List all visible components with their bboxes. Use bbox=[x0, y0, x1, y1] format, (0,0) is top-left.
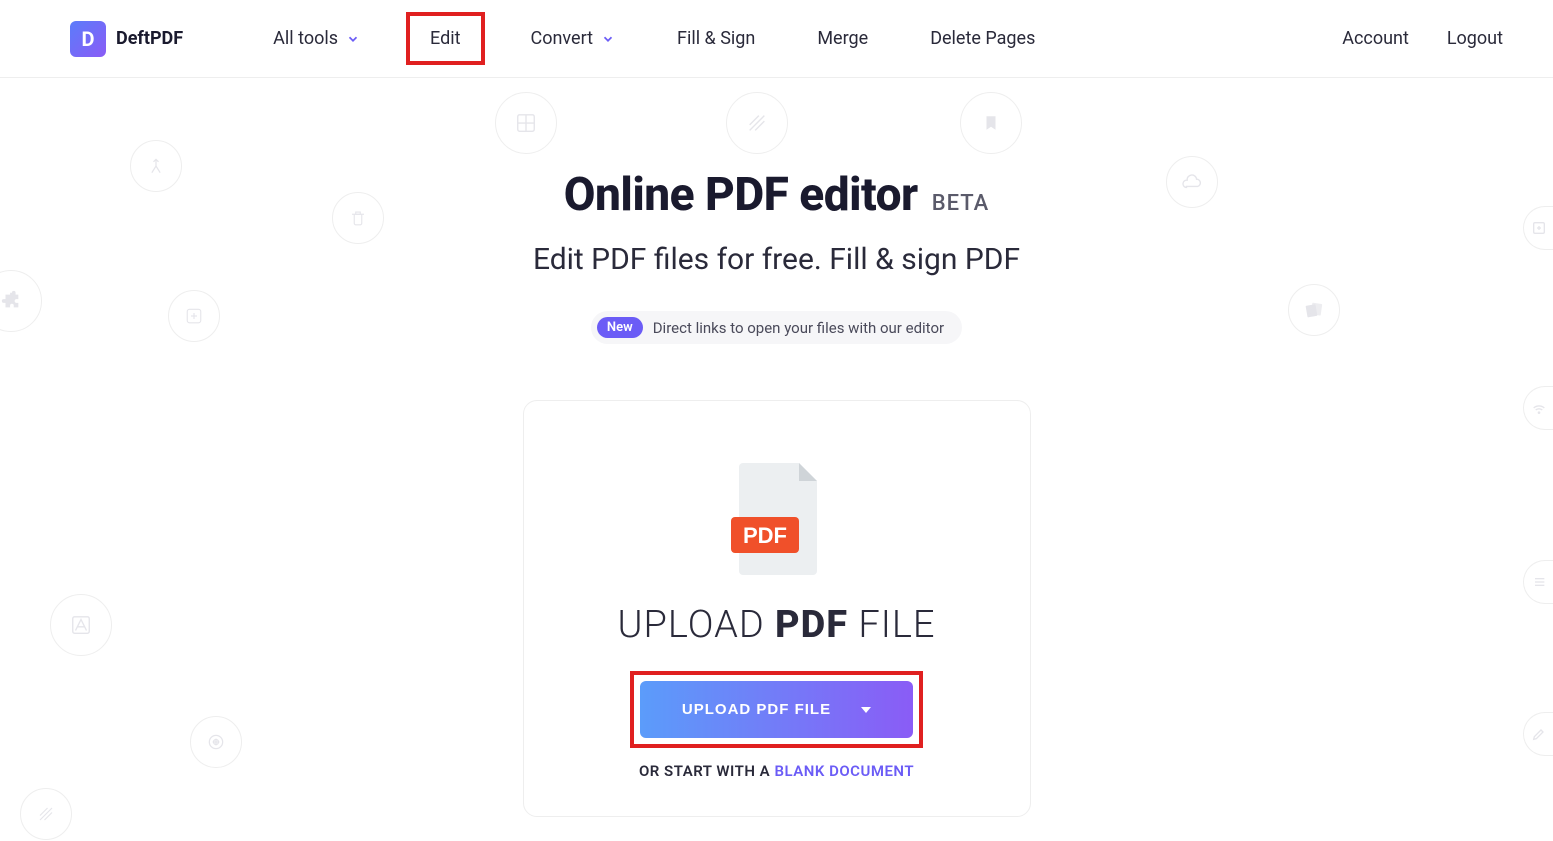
nav-delete-pages-label: Delete Pages bbox=[930, 28, 1035, 49]
trash-icon bbox=[332, 192, 384, 244]
pdf-file-icon: PDF bbox=[564, 459, 990, 579]
nav-fill-sign[interactable]: Fill & Sign bbox=[667, 22, 765, 55]
target-icon bbox=[190, 716, 242, 768]
nav-fill-sign-label: Fill & Sign bbox=[677, 28, 755, 49]
upload-title-post: FILE bbox=[848, 603, 935, 647]
nav-all-tools-label: All tools bbox=[273, 28, 338, 49]
nav-merge-label: Merge bbox=[817, 28, 868, 49]
upload-button-highlight: UPLOAD PDF FILE bbox=[634, 675, 919, 744]
chevron-down-icon bbox=[346, 32, 360, 46]
blank-document-link[interactable]: BLANK DOCUMENT bbox=[774, 762, 914, 780]
nav-account[interactable]: Account bbox=[1332, 22, 1419, 55]
hero: Online PDF editor BETA Edit PDF files fo… bbox=[0, 78, 1553, 817]
cards-icon bbox=[1288, 284, 1340, 336]
upload-title-pre: UPLOAD bbox=[618, 603, 775, 647]
new-feature-banner[interactable]: New Direct links to open your files with… bbox=[591, 311, 962, 344]
upload-pdf-button-label: UPLOAD PDF FILE bbox=[682, 701, 831, 718]
nav-convert-label: Convert bbox=[531, 28, 594, 49]
nav-edit[interactable]: Edit bbox=[412, 18, 478, 59]
beta-badge: BETA bbox=[932, 191, 990, 216]
cloud-icon bbox=[1166, 156, 1218, 208]
nav-logout[interactable]: Logout bbox=[1437, 22, 1513, 55]
page-title-wrap: Online PDF editor BETA bbox=[564, 168, 989, 222]
hatch-small-icon bbox=[20, 788, 72, 840]
nav-convert[interactable]: Convert bbox=[521, 22, 626, 55]
text-style-icon bbox=[50, 594, 112, 656]
new-feature-text: Direct links to open your files with our… bbox=[653, 319, 944, 337]
account-nav: Account Logout bbox=[1332, 22, 1513, 55]
upload-title: UPLOAD PDF FILE bbox=[564, 603, 990, 647]
header: D DeftPDF All tools Edit Convert Fill & … bbox=[0, 0, 1553, 78]
add-icon bbox=[168, 290, 220, 342]
nav-all-tools[interactable]: All tools bbox=[263, 22, 370, 55]
nav-edit-label: Edit bbox=[430, 28, 460, 49]
nav-merge[interactable]: Merge bbox=[807, 22, 878, 55]
brand-logo[interactable]: D DeftPDF bbox=[70, 21, 183, 57]
page-title: Online PDF editor bbox=[564, 168, 918, 222]
upload-card: PDF UPLOAD PDF FILE UPLOAD PDF FILE OR S… bbox=[523, 400, 1031, 817]
merge-icon bbox=[130, 140, 182, 192]
grid-icon bbox=[495, 92, 557, 154]
brand-logo-icon: D bbox=[70, 21, 106, 57]
upload-title-strong: PDF bbox=[775, 603, 848, 647]
bookmark-icon bbox=[960, 92, 1022, 154]
blank-document-line: OR START WITH A BLANK DOCUMENT bbox=[564, 762, 990, 780]
chevron-down-icon bbox=[601, 32, 615, 46]
hatch-icon bbox=[726, 92, 788, 154]
nav-delete-pages[interactable]: Delete Pages bbox=[920, 22, 1045, 55]
svg-text:PDF: PDF bbox=[743, 523, 787, 548]
caret-down-icon bbox=[861, 705, 871, 715]
page-subtitle: Edit PDF files for free. Fill & sign PDF bbox=[0, 242, 1553, 277]
new-badge: New bbox=[597, 317, 643, 338]
main-nav: All tools Edit Convert Fill & Sign Merge… bbox=[263, 18, 1332, 59]
upload-pdf-button[interactable]: UPLOAD PDF FILE bbox=[640, 681, 913, 738]
blank-document-pre: OR START WITH A bbox=[639, 762, 774, 780]
brand-name: DeftPDF bbox=[116, 28, 183, 49]
